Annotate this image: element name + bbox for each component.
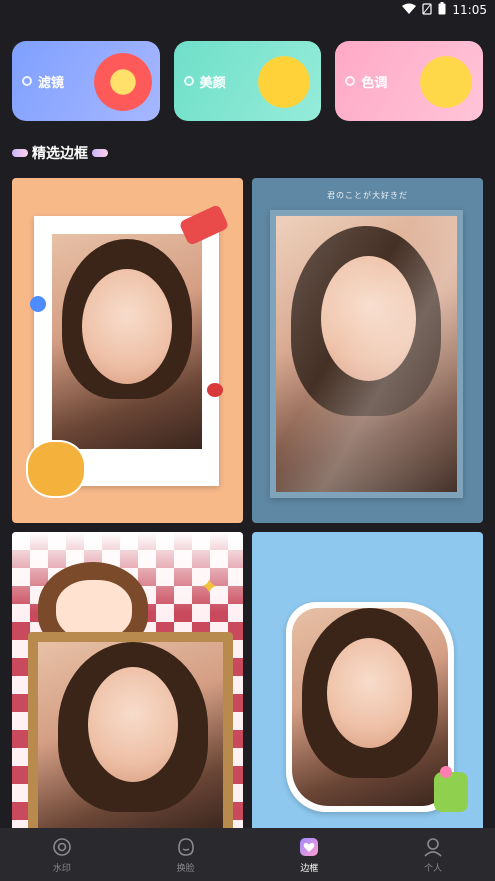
settings-dot-icon bbox=[183, 76, 194, 86]
flower-sticker bbox=[440, 766, 452, 778]
sim-icon bbox=[422, 2, 433, 18]
frame-tile-sky[interactable] bbox=[252, 532, 483, 828]
tab-label: 边框 bbox=[300, 863, 319, 874]
decor-pill-left bbox=[12, 149, 28, 157]
person-icon bbox=[424, 837, 442, 857]
tab-label: 水印 bbox=[52, 863, 71, 874]
section-header: 精选边框 bbox=[12, 143, 108, 163]
tone-label: 色调 bbox=[361, 75, 388, 91]
tab-label: 换脸 bbox=[176, 863, 195, 874]
frame-tile-cartoon[interactable]: ✦ bbox=[12, 532, 243, 828]
cartoon-face bbox=[56, 580, 132, 640]
portrait-photo bbox=[52, 234, 202, 449]
glass-overlay bbox=[276, 216, 457, 492]
portrait-photo bbox=[38, 642, 223, 828]
heart-sticker bbox=[207, 383, 223, 397]
wifi-icon bbox=[402, 3, 417, 18]
tab-profile[interactable]: 个人 bbox=[371, 828, 495, 881]
decor-pill-right bbox=[92, 149, 108, 157]
frame-tile-glass[interactable]: 君のことが大好きだ bbox=[252, 178, 483, 523]
smiley-icon bbox=[255, 53, 314, 111]
status-bar: 11:05 bbox=[0, 0, 495, 20]
frame-icon bbox=[300, 837, 319, 856]
section-title: 精选边框 bbox=[32, 146, 88, 162]
emoji-icon bbox=[417, 53, 476, 111]
beauty-label: 美颜 bbox=[199, 75, 226, 91]
status-time: 11:05 bbox=[452, 3, 487, 17]
battery-icon bbox=[438, 2, 446, 18]
heart-sticker bbox=[30, 296, 46, 312]
face-icon bbox=[177, 837, 194, 856]
bottom-tab-bar: 水印 换脸 边框 个人 bbox=[0, 828, 495, 881]
filter-label: 滤镜 bbox=[38, 75, 65, 91]
tab-label: 个人 bbox=[424, 863, 443, 874]
frame-tile-polaroid[interactable] bbox=[12, 178, 243, 523]
tone-card[interactable]: 色调 bbox=[335, 41, 484, 121]
settings-dot-icon bbox=[345, 76, 356, 86]
settings-dot-icon bbox=[22, 76, 32, 86]
filter-card[interactable]: 滤镜 bbox=[12, 41, 160, 121]
tab-frame[interactable]: 边框 bbox=[248, 828, 372, 881]
frame-caption: 君のことが大好きだ bbox=[327, 191, 408, 200]
quick-actions: 滤镜 美颜 色调 bbox=[12, 41, 484, 121]
cat-sticker bbox=[26, 440, 86, 498]
sparkle-icon: ✦ bbox=[200, 575, 219, 600]
watermark-icon bbox=[53, 837, 71, 856]
tab-watermark[interactable]: 水印 bbox=[0, 828, 124, 881]
party-hat-sticker bbox=[434, 772, 468, 812]
flower-icon bbox=[93, 53, 152, 111]
portrait-photo bbox=[292, 608, 448, 806]
frame-grid: 君のことが大好きだ ✦ bbox=[12, 178, 483, 828]
tab-face-swap[interactable]: 换脸 bbox=[124, 828, 248, 881]
beauty-card[interactable]: 美颜 bbox=[173, 41, 322, 121]
